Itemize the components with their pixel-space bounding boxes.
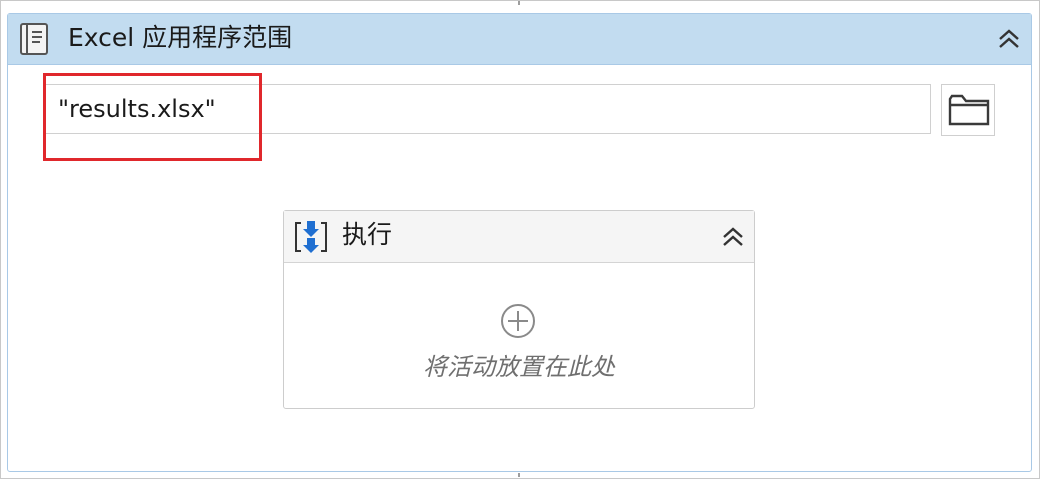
sequence-header[interactable]: 执行 [284, 211, 754, 263]
excel-workbook-icon [20, 23, 48, 55]
sequence-title: 执行 [342, 220, 393, 249]
workbook-path-input[interactable]: "results.xlsx" [43, 84, 931, 134]
double-chevron-up-icon[interactable] [996, 28, 1022, 50]
do-sequence-activity[interactable]: 执行 将活动放置在此处 [283, 210, 755, 409]
drop-activity-hint: 将活动放置在此处 [423, 353, 615, 381]
double-chevron-up-icon[interactable] [720, 226, 746, 248]
connector-top [518, 1, 520, 5]
connector-bottom [518, 473, 520, 477]
sequence-icon [292, 218, 330, 256]
activity-header[interactable]: Excel 应用程序范围 [8, 14, 1031, 65]
browse-folder-button[interactable] [941, 84, 995, 136]
designer-canvas: Excel 应用程序范围 "results.xlsx" 执行 将活动放置在此处 [0, 0, 1040, 479]
plus-circle-icon[interactable] [499, 302, 537, 340]
activity-title: Excel 应用程序范围 [68, 23, 293, 52]
